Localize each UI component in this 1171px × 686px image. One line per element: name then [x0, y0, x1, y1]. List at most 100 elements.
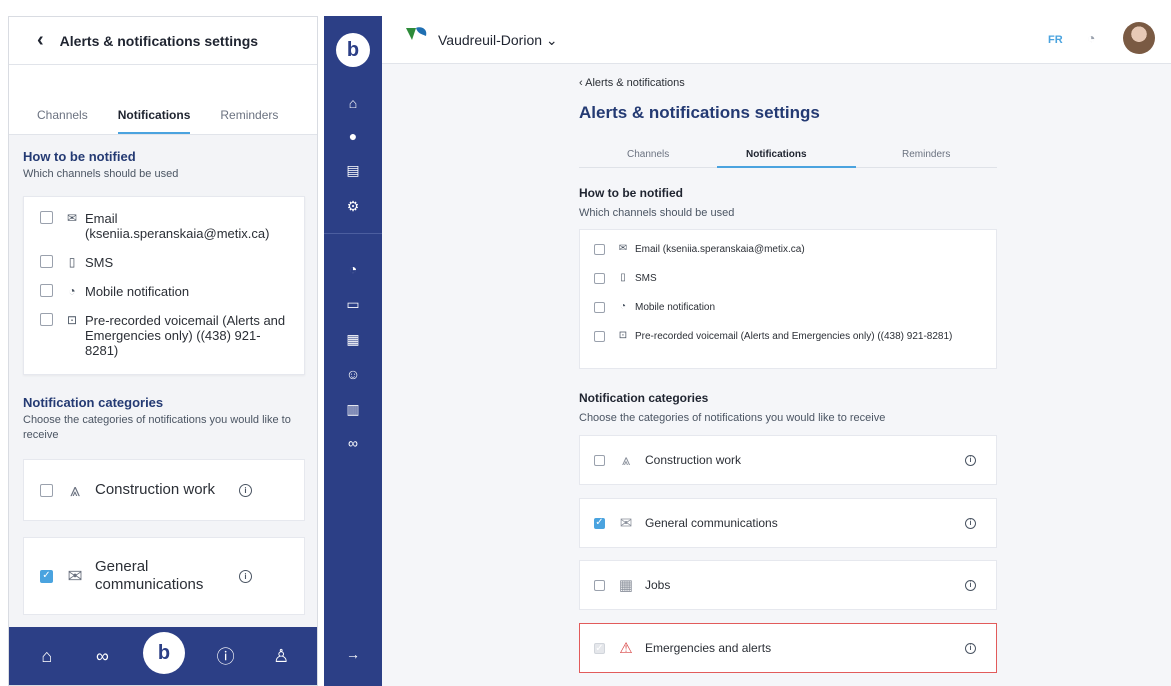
voicemail-icon: ⊡	[618, 330, 628, 341]
calendar-card-icon[interactable]: ▤	[324, 162, 382, 179]
breadcrumb[interactable]: ‹ Alerts & notifications	[579, 77, 685, 89]
section-title: Notification categories	[23, 395, 164, 410]
section-title: How to be notified	[23, 149, 136, 164]
tab-channels[interactable]: Channels	[37, 108, 88, 134]
email-checkbox[interactable]	[40, 211, 53, 224]
link-icon[interactable]: ∞	[87, 646, 117, 667]
news-icon[interactable]: ▭	[324, 296, 382, 313]
logo-icon: b	[346, 38, 360, 61]
category-label: Jobs	[645, 578, 671, 592]
category-construction[interactable]: ⩓ Construction work i	[23, 459, 305, 521]
section-subtitle: Choose the categories of notifications y…	[23, 414, 291, 441]
mobile-checkbox[interactable]	[594, 302, 605, 313]
user-icon[interactable]: ♙	[266, 646, 296, 667]
building-icon: ▦	[618, 577, 634, 594]
construction-checkbox[interactable]	[594, 454, 605, 466]
channels-card: ✉ Email (kseniia.speranskaia@metix.ca) ▯…	[579, 229, 997, 369]
home-icon[interactable]: ⌂	[324, 95, 382, 111]
logo-button[interactable]: b	[142, 632, 185, 674]
bell-icon: ◔	[68, 284, 76, 298]
category-emergencies[interactable]: ✓ ⚠ Emergencies and alerts i	[579, 623, 997, 673]
page-title: Alerts & notifications settings	[579, 103, 820, 122]
jobs-checkbox[interactable]	[594, 579, 605, 591]
email-checkbox[interactable]	[594, 244, 605, 255]
link-icon[interactable]: ∞	[324, 435, 382, 451]
general-checkbox[interactable]: ✓	[594, 517, 605, 529]
section-subtitle: Which channels should be used	[23, 168, 179, 180]
channel-voicemail[interactable]: ⊡ Pre-recorded voicemail (Alerts and Eme…	[24, 299, 304, 374]
voicemail-checkbox[interactable]	[40, 313, 53, 326]
sms-icon: ▯	[620, 272, 626, 283]
channel-label: Pre-recorded voicemail (Alerts and Emerg…	[85, 313, 286, 358]
tab-notifications[interactable]: Notifications	[746, 149, 807, 160]
channel-sms[interactable]: ▯ SMS	[24, 241, 304, 270]
page-title: Alerts & notifications settings	[59, 32, 259, 49]
tab-reminders[interactable]: Reminders	[902, 149, 950, 160]
sms-checkbox[interactable]	[40, 255, 53, 268]
logo-icon: b	[157, 641, 171, 664]
sms-checkbox[interactable]	[594, 273, 605, 284]
channel-voicemail[interactable]: ⊡ Pre-recorded voicemail (Alerts and Eme…	[594, 330, 985, 343]
city-logo-icon	[406, 27, 427, 40]
section-subtitle: Which channels should be used	[579, 207, 735, 219]
email-icon: ✉	[66, 211, 78, 225]
info-icon[interactable]: i	[965, 579, 976, 591]
category-general[interactable]: ✓ ✉ General communications i	[23, 537, 305, 615]
category-general[interactable]: ✓ ✉ General communications i	[579, 498, 997, 548]
info-icon[interactable]: i	[239, 569, 252, 583]
channels-card: ✉ Email (kseniia.speranskaia@metix.ca) ▯…	[23, 196, 305, 375]
channel-mobile[interactable]: ◔ Mobile notification	[594, 301, 985, 314]
document-icon[interactable]: ▥	[324, 401, 382, 418]
general-checkbox[interactable]: ✓	[40, 569, 53, 583]
mobile-header: ‹ Alerts & notifications settings	[9, 17, 317, 65]
construction-icon: ⩓	[69, 479, 81, 500]
channel-email[interactable]: ✉ Email (kseniia.speranskaia@metix.ca)	[594, 243, 985, 256]
tab-channels[interactable]: Channels	[627, 149, 669, 160]
channel-label: SMS	[85, 255, 114, 270]
expand-icon[interactable]: →	[324, 646, 382, 662]
channel-email[interactable]: ✉ Email (kseniia.speranskaia@metix.ca)	[24, 197, 304, 241]
info-icon[interactable]: i	[239, 483, 252, 497]
bell-icon[interactable]: ◔	[324, 261, 382, 277]
language-toggle[interactable]: FR	[1048, 34, 1063, 46]
tab-bar: Channels Notifications Reminders	[579, 146, 997, 168]
channel-label: Mobile notification	[85, 284, 190, 299]
tab-notifications[interactable]: Notifications	[117, 108, 191, 134]
info-icon[interactable]: i	[965, 642, 976, 654]
logo-button[interactable]: b	[336, 33, 370, 67]
info-icon[interactable]: i	[965, 454, 976, 466]
mobile-checkbox[interactable]	[40, 284, 53, 297]
bell-icon: ◔	[619, 301, 627, 312]
active-tab-indicator	[717, 166, 856, 168]
nav-divider	[324, 233, 382, 234]
bell-icon[interactable]: ◔	[1087, 30, 1095, 46]
sms-icon: ▯	[68, 255, 76, 269]
b-icon[interactable]: ●	[324, 128, 382, 144]
home-icon[interactable]: ⌂	[32, 646, 62, 667]
calendar-icon[interactable]: ▦	[324, 331, 382, 348]
channel-label: Mobile notification	[635, 302, 716, 313]
channel-label: Pre-recorded voicemail (Alerts and Emerg…	[635, 331, 953, 342]
avatar[interactable]	[1123, 22, 1155, 54]
voicemail-checkbox[interactable]	[594, 331, 605, 342]
tab-reminders[interactable]: Reminders	[220, 108, 278, 134]
app-root: ‹ Alerts & notifications settings Channe…	[0, 0, 1171, 686]
main-content: ‹ Alerts & notifications Alerts & notifi…	[382, 64, 1171, 686]
face-icon[interactable]: ☺	[324, 366, 382, 382]
channel-mobile[interactable]: ◔ Mobile notification	[24, 270, 304, 299]
section-subtitle: Choose the categories of notifications y…	[579, 412, 886, 424]
channel-label: Email (kseniia.speranskaia@metix.ca)	[635, 244, 805, 255]
category-label: Construction work	[645, 453, 742, 467]
sliders-icon[interactable]: ⚙	[324, 198, 382, 215]
channel-sms[interactable]: ▯ SMS	[594, 272, 985, 285]
back-icon[interactable]: ‹	[37, 29, 44, 52]
voicemail-icon: ⊡	[66, 313, 78, 327]
info-icon[interactable]: i	[965, 517, 976, 529]
category-jobs[interactable]: ▦ Jobs i	[579, 560, 997, 610]
side-nav: b ⌂ ● ▤ ⚙ ◔ ▭ ▦ ☺ ▥ ∞ →	[324, 16, 382, 686]
construction-checkbox[interactable]	[40, 483, 53, 497]
alert-icon[interactable]: ⓘ	[211, 643, 241, 669]
city-selector[interactable]: Vaudreuil-Dorion ⌄	[438, 32, 558, 49]
category-construction[interactable]: ⩓ Construction work i	[579, 435, 997, 485]
envelope-icon: ✉	[67, 565, 83, 586]
